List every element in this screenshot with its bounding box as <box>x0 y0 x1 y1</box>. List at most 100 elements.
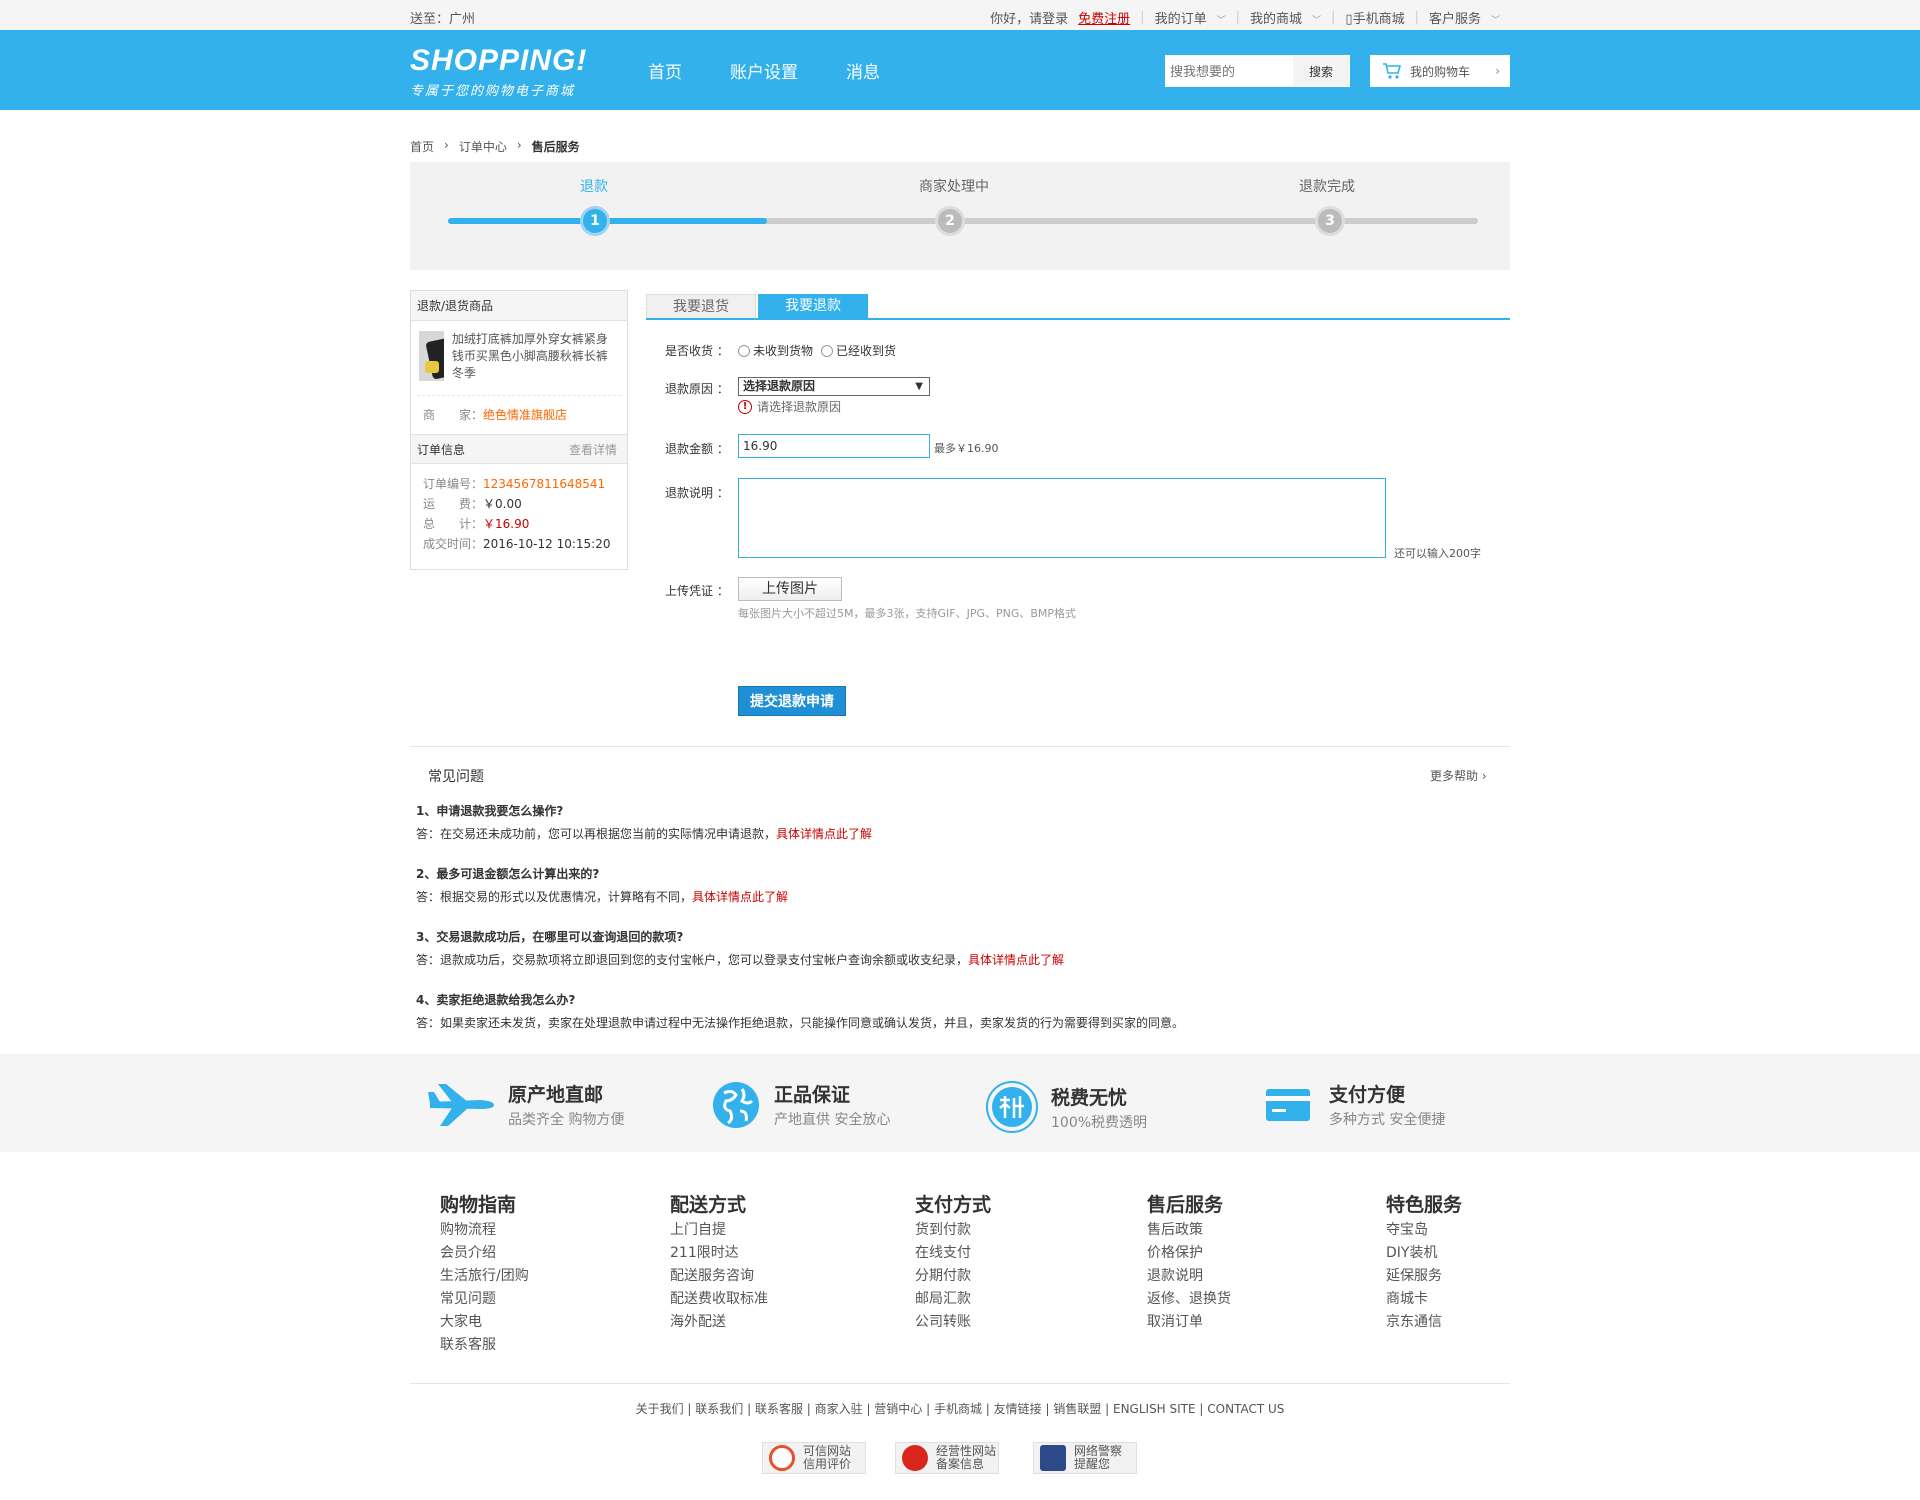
dropdown-arrow-icon: ▼ <box>915 381 923 392</box>
footer-link[interactable]: 配送费收取标准 <box>670 1288 768 1311</box>
footer-link[interactable]: 取消订单 <box>1147 1311 1231 1334</box>
globe-icon <box>713 1081 759 1128</box>
login-link[interactable]: 你好，请登录 <box>990 8 1068 27</box>
footer-link[interactable]: 返修、退换货 <box>1147 1288 1231 1311</box>
faq-title: 常见问题 <box>428 769 484 785</box>
footer-link[interactable]: DIY装机 <box>1386 1242 1462 1265</box>
breadcrumb: 首页 › 订单中心 › 售后服务 <box>410 138 590 155</box>
my-orders-link[interactable]: 我的订单 ﹀ <box>1155 8 1226 27</box>
order-detail-link[interactable]: 查看详情 <box>569 435 617 463</box>
footer-link[interactable]: 价格保护 <box>1147 1242 1231 1265</box>
submit-refund-button[interactable]: 提交退款申请 <box>738 686 846 716</box>
order-number[interactable]: 1234567811648541 <box>483 477 605 491</box>
feature-strip: 原产地直邮 品类齐全 购物方便 正品保证 产地直供 安全放心 税费无忧 100%税费透… <box>0 1054 1920 1152</box>
nav-home[interactable]: 首页 <box>648 58 682 83</box>
seller-link[interactable]: 绝色情准旗舰店 <box>483 408 567 422</box>
footer-link[interactable]: 夺宝岛 <box>1386 1219 1462 1242</box>
desc-textarea[interactable] <box>738 478 1386 558</box>
footer-link[interactable]: 会员介绍 <box>440 1242 529 1265</box>
order-info: 订单编号：1234567811648541 运 费：￥0.00 总 计：￥16.… <box>411 464 627 554</box>
divider: | <box>1140 10 1145 25</box>
phone-icon: ▯ <box>1345 12 1353 27</box>
footer-link[interactable]: 联系客服 <box>440 1334 529 1357</box>
footer-link[interactable]: 在线支付 <box>915 1242 991 1265</box>
header: SHOPPING! 专属于您的购物电子商城 首页 账户设置 消息 搜索 我的购物… <box>0 30 1920 110</box>
divider: | <box>1414 10 1419 25</box>
footer-link[interactable]: 邮局汇款 <box>915 1288 991 1311</box>
logo[interactable]: SHOPPING! 专属于您的购物电子商城 <box>410 44 587 99</box>
footer-link[interactable]: 211限时达 <box>670 1242 768 1265</box>
amount-input[interactable]: 16.90 <box>738 434 930 458</box>
footer-link[interactable]: 生活旅行/团购 <box>440 1265 529 1288</box>
step-node-1: 1 <box>580 206 610 236</box>
breadcrumb-order-center[interactable]: 订单中心 <box>459 138 507 155</box>
breadcrumb-current: 售后服务 <box>531 140 580 154</box>
search-box: 搜索 <box>1165 55 1350 87</box>
faq-detail-link[interactable]: 具体详情点此了解 <box>968 953 1064 967</box>
cart-button[interactable]: 我的购物车 › <box>1370 55 1510 87</box>
total-row: 总 计：￥16.90 <box>411 514 627 534</box>
faq-detail-link[interactable]: 具体详情点此了解 <box>776 827 872 841</box>
time-label: 成交时间： <box>423 537 484 551</box>
my-mall-link[interactable]: 我的商城 ﹀ <box>1250 8 1321 27</box>
plane-icon <box>428 1083 494 1126</box>
faq-detail-link[interactable]: 具体详情点此了解 <box>692 890 788 904</box>
search-input[interactable] <box>1166 56 1294 86</box>
feature-item: 税费无忧 100%税费透明 <box>985 1080 1147 1134</box>
received-label: 是否收货 ： <box>665 344 729 358</box>
reason-select-value: 选择退款原因 <box>743 379 816 393</box>
step-node-3: 3 <box>1315 206 1345 236</box>
footer-links[interactable]: 关于我们 | 联系我们 | 联系客服 | 商家入驻 | 营销中心 | 手机商城 … <box>0 1400 1920 1417</box>
tab-return-goods[interactable]: 我要退货 <box>646 294 756 318</box>
cyber-police-badge[interactable]: 网络警察 提醒您 <box>1033 1442 1137 1474</box>
footer-link[interactable]: 退款说明 <box>1147 1265 1231 1288</box>
footer-link[interactable]: 海外配送 <box>670 1311 768 1334</box>
product-thumbnail[interactable] <box>419 331 444 381</box>
mobile-mall-link[interactable]: ▯手机商城 <box>1345 8 1404 27</box>
customer-service-link[interactable]: 客户服务 ﹀ <box>1429 8 1500 27</box>
footer-link[interactable]: 延保服务 <box>1386 1265 1462 1288</box>
footer-column-title: 购物指南 <box>440 1194 517 1216</box>
police-icon <box>1040 1445 1066 1471</box>
footer-link[interactable]: 售后政策 <box>1147 1219 1231 1242</box>
footer-link[interactable]: 京东通信 <box>1386 1311 1462 1334</box>
trusted-site-badge[interactable]: 可信网站 信用评价 <box>762 1442 866 1474</box>
refund-tabs: 我要退货 我要退款 <box>646 294 1510 320</box>
badge-line2: 备案信息 <box>936 1457 985 1471</box>
breadcrumb-home[interactable]: 首页 <box>410 138 434 155</box>
divider: | <box>1331 10 1336 25</box>
footer-link[interactable]: 公司转账 <box>915 1311 991 1334</box>
mobile-label: 手机商城 <box>1352 12 1405 27</box>
footer-link[interactable]: 分期付款 <box>915 1265 991 1288</box>
footer-link[interactable]: 配送服务咨询 <box>670 1265 768 1288</box>
radio-received[interactable] <box>821 344 834 357</box>
register-link[interactable]: 免费注册 <box>1078 8 1130 27</box>
footer-link[interactable]: 常见问题 <box>440 1288 529 1311</box>
step-label-complete: 退款完成 <box>1299 179 1355 195</box>
product-item[interactable]: 加绒打底裤加厚外穿女裤紧身钱币买黑色小脚高腰秋裤长裤冬季 <box>411 321 627 395</box>
footer-link[interactable]: 货到付款 <box>915 1219 991 1242</box>
reason-select[interactable]: 选择退款原因 ▼ <box>738 377 930 396</box>
product-name[interactable]: 加绒打底裤加厚外穿女裤紧身钱币买黑色小脚高腰秋裤长裤冬季 <box>452 331 619 385</box>
upload-image-button[interactable]: 上传图片 <box>738 577 842 601</box>
search-button[interactable]: 搜索 <box>1293 56 1349 86</box>
more-help-link[interactable]: 更多帮助 › <box>1430 767 1487 784</box>
police-seal-icon <box>902 1445 928 1471</box>
chevron-down-icon: ﹀ <box>1216 16 1226 26</box>
tab-refund[interactable]: 我要退款 <box>758 294 868 318</box>
footer-link[interactable]: 大家电 <box>440 1311 529 1334</box>
footer-link[interactable]: 购物流程 <box>440 1219 529 1242</box>
order-info-title: 订单信息 <box>417 443 466 457</box>
footer-link[interactable]: 商城卡 <box>1386 1288 1462 1311</box>
nav-messages[interactable]: 消息 <box>846 58 880 83</box>
radio-not-received[interactable] <box>738 344 750 357</box>
nav-account-settings[interactable]: 账户设置 <box>730 58 798 83</box>
faq-question: 1、申请退款我要怎么操作? <box>416 804 564 818</box>
order-summary-panel: 退款/退货商品 加绒打底裤加厚外穿女裤紧身钱币买黑色小脚高腰秋裤长裤冬季 商 家… <box>410 290 628 570</box>
chevron-right-icon: › <box>444 138 449 152</box>
business-record-badge[interactable]: 经营性网站 备案信息 <box>895 1442 999 1474</box>
delivery-location[interactable]: 送至：广州 <box>410 8 475 27</box>
faq-answer: 答：退款成功后，交易款项将立即退回到您的支付宝帐户，您可以登录支付宝帐户查询余额… <box>416 951 1506 968</box>
more-help-label: 更多帮助 <box>1430 769 1479 783</box>
footer-link[interactable]: 上门自提 <box>670 1219 768 1242</box>
